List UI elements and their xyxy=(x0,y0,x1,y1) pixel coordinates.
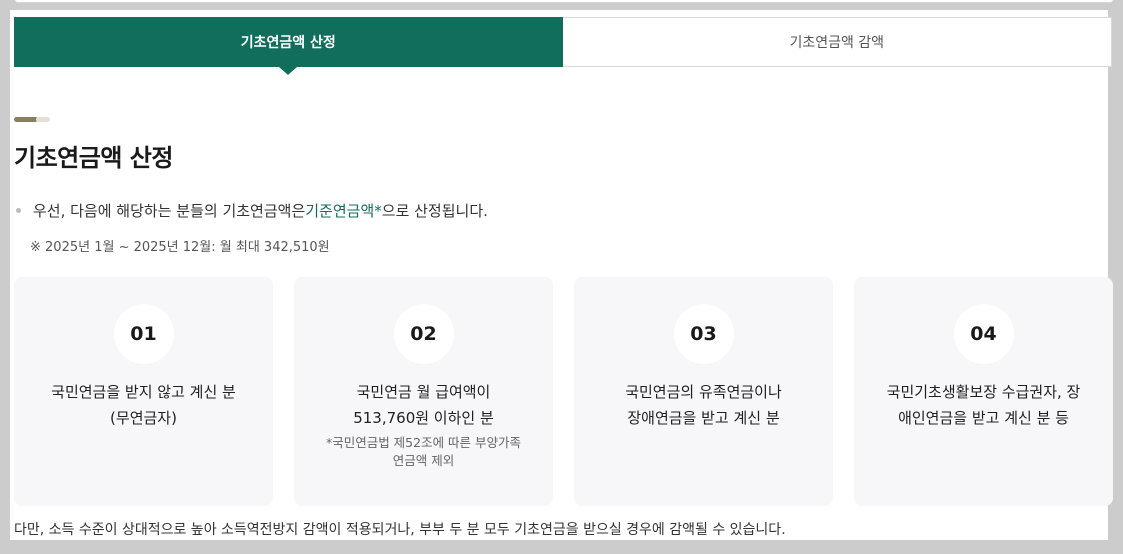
card-number-badge: 03 xyxy=(673,304,734,364)
card-line-1: 국민연금의 유족연금이나 xyxy=(625,383,782,401)
card-footnote: *국민연금법 제52조에 따른 부양가족 연금액 제외 xyxy=(302,434,545,470)
card-description: 국민연금 월 급여액이 513,760원 이하인 분 xyxy=(302,379,545,431)
bullet-dot-icon xyxy=(16,208,21,213)
card-description: 국민기초생활보장 수급권자, 장 애인연금을 받고 계신 분 등 xyxy=(862,379,1105,431)
pension-amount-note: ※ 2025년 1월 ~ 2025년 12월: 월 최대 342,510원 xyxy=(30,240,330,255)
card-line-1: 국민연금을 받지 않고 계신 분 xyxy=(51,383,236,401)
card-description: 국민연금을 받지 않고 계신 분 (무연금자) xyxy=(22,379,265,431)
card-line-1: 국민연금 월 급여액이 xyxy=(356,383,491,401)
tab-bar: 기초연금액 산정 기초연금액 감액 xyxy=(14,17,1112,75)
bullet-text-prefix: 우선, 다음에 해당하는 분들의 기초연금액은 xyxy=(33,202,306,220)
card-number-badge: 02 xyxy=(393,304,454,364)
reduction-notice: 다만, 소득 수준이 상대적으로 높아 소득역전방지 감액이 적용되거나, 부부… xyxy=(14,522,786,538)
section-decoration-bar xyxy=(14,117,50,122)
tab-basic-pension-calculation[interactable]: 기초연금액 산정 xyxy=(14,17,563,75)
eligibility-card-01: 01 국민연금을 받지 않고 계신 분 (무연금자) xyxy=(14,277,273,506)
previous-panel-edge xyxy=(14,0,1114,3)
standard-pension-highlight: 기준연금액* xyxy=(305,202,382,220)
tab-basic-pension-reduction[interactable]: 기초연금액 감액 xyxy=(562,17,1112,67)
bullet-description: 우선, 다음에 해당하는 분들의 기초연금액은 기준연금액* 으로 산정됩니다. xyxy=(16,200,488,221)
card-line-2: (무연금자) xyxy=(110,409,177,427)
eligibility-card-04: 04 국민기초생활보장 수급권자, 장 애인연금을 받고 계신 분 등 xyxy=(854,277,1113,506)
eligibility-card-02: 02 국민연금 월 급여액이 513,760원 이하인 분 *국민연금법 제52… xyxy=(294,277,553,506)
eligibility-card-03: 03 국민연금의 유족연금이나 장애연금을 받고 계신 분 xyxy=(574,277,833,506)
card-line-2: 애인연금을 받고 계신 분 등 xyxy=(898,409,1069,427)
card-footnote-line-2: 연금액 제외 xyxy=(392,453,455,468)
section-title: 기초연금액 산정 xyxy=(14,144,173,172)
card-number-badge: 04 xyxy=(953,304,1014,364)
bullet-text-suffix: 으로 산정됩니다. xyxy=(381,202,488,220)
card-line-2: 513,760원 이하인 분 xyxy=(353,409,494,427)
card-number-badge: 01 xyxy=(113,304,174,364)
card-footnote-line-1: *국민연금법 제52조에 따른 부양가족 xyxy=(325,435,522,450)
card-line-1: 국민기초생활보장 수급권자, 장 xyxy=(886,383,1081,401)
card-line-2: 장애연금을 받고 계신 분 xyxy=(627,409,780,427)
card-description: 국민연금의 유족연금이나 장애연금을 받고 계신 분 xyxy=(582,379,825,431)
